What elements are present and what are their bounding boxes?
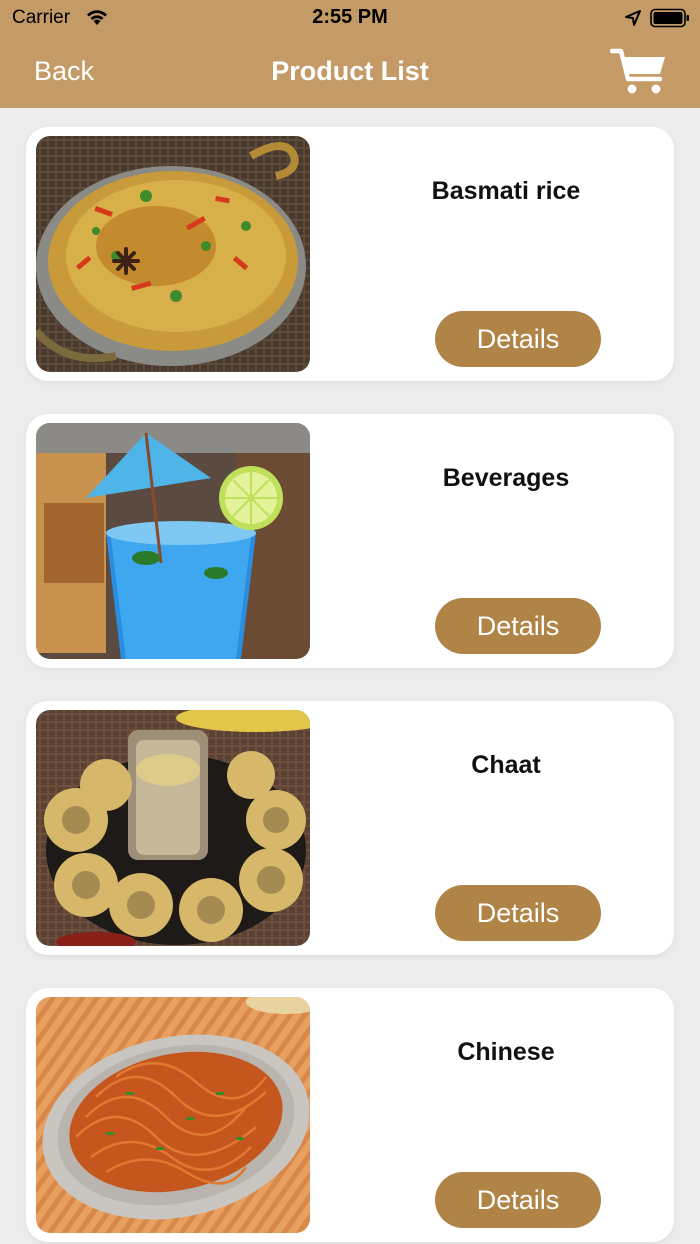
chinese-image <box>36 997 310 1233</box>
status-bar: Carrier 2:55 PM <box>0 0 700 36</box>
beverages-image <box>36 423 310 659</box>
page-title: Product List <box>271 56 429 86</box>
details-button[interactable]: Details <box>435 1172 601 1228</box>
navigation-bar: Back Product List <box>0 36 700 108</box>
details-button[interactable]: Details <box>435 598 601 654</box>
product-card-basmati-rice: Basmati rice Details <box>26 127 674 381</box>
product-list[interactable]: Basmati rice Details Beverages Details C… <box>0 108 700 1244</box>
product-name: Basmati rice <box>431 177 581 205</box>
details-button[interactable]: Details <box>435 885 601 941</box>
product-card-chaat: Chaat Details <box>26 701 674 955</box>
product-name: Chinese <box>457 1038 555 1066</box>
location-arrow-icon <box>624 9 642 27</box>
details-button[interactable]: Details <box>435 311 601 367</box>
product-name: Chaat <box>471 751 541 779</box>
basmati-rice-image <box>36 136 310 372</box>
product-card-chinese: Chinese Details <box>26 988 674 1242</box>
cart-icon[interactable] <box>609 46 668 96</box>
product-name: Beverages <box>442 464 570 492</box>
status-time: 2:55 PM <box>312 6 388 28</box>
battery-icon <box>650 8 690 28</box>
top-bar: Carrier 2:55 PM Back Product List <box>0 0 700 108</box>
product-card-beverages: Beverages Details <box>26 414 674 668</box>
chaat-image <box>36 710 310 946</box>
